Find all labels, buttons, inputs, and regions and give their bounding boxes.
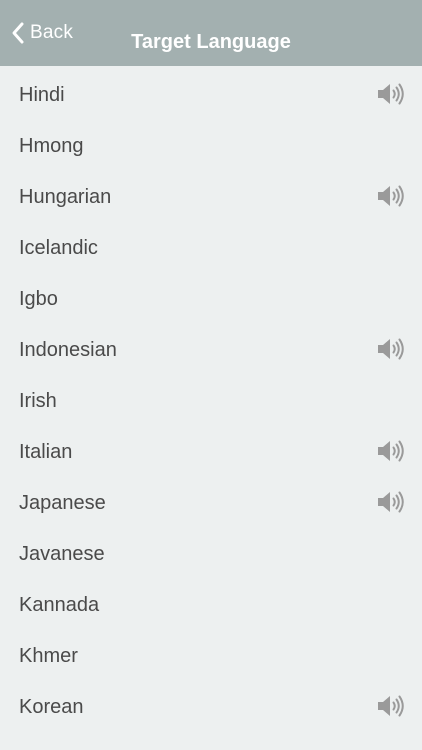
language-row-irish[interactable]: Irish	[0, 372, 422, 423]
language-row-igbo[interactable]: Igbo	[0, 270, 422, 321]
language-label: Korean	[19, 696, 84, 718]
language-row-hindi[interactable]: Hindi	[0, 66, 422, 117]
speaker-icon[interactable]	[376, 490, 406, 514]
speaker-icon[interactable]	[376, 82, 406, 106]
back-button[interactable]: Back	[10, 0, 73, 66]
page-title-text: Target Language	[131, 31, 291, 53]
language-row-italian[interactable]: Italian	[0, 423, 422, 474]
language-label: Hungarian	[19, 186, 112, 208]
language-label: Javanese	[19, 543, 105, 565]
language-row-icelandic[interactable]: Icelandic	[0, 219, 422, 270]
language-row-korean[interactable]: Korean	[0, 678, 422, 729]
speaker-icon[interactable]	[376, 337, 406, 361]
language-label: Igbo	[19, 288, 58, 310]
nav-bar: Back Target Language	[0, 0, 422, 66]
chevron-left-icon	[12, 22, 24, 44]
language-row-indonesian[interactable]: Indonesian	[0, 321, 422, 372]
language-label: Khmer	[19, 645, 78, 667]
speaker-icon[interactable]	[376, 439, 406, 463]
language-label: Irish	[19, 390, 57, 412]
language-label: Japanese	[19, 492, 106, 514]
language-list: Hindi Hmong Hungarian Icelandic Igbo Ind…	[0, 66, 422, 729]
language-row-javanese[interactable]: Javanese	[0, 525, 422, 576]
language-label: Kannada	[19, 594, 100, 616]
language-row-hungarian[interactable]: Hungarian	[0, 168, 422, 219]
language-row-hmong[interactable]: Hmong	[0, 117, 422, 168]
language-label: Hmong	[19, 135, 84, 157]
language-row-khmer[interactable]: Khmer	[0, 627, 422, 678]
language-label: Indonesian	[19, 339, 117, 361]
language-row-japanese[interactable]: Japanese	[0, 474, 422, 525]
back-label: Back	[30, 22, 74, 43]
language-label: Hindi	[19, 84, 65, 106]
speaker-icon[interactable]	[376, 184, 406, 208]
language-label: Italian	[19, 441, 73, 463]
speaker-icon[interactable]	[376, 694, 406, 718]
language-label: Icelandic	[19, 237, 98, 259]
language-row-kannada[interactable]: Kannada	[0, 576, 422, 627]
